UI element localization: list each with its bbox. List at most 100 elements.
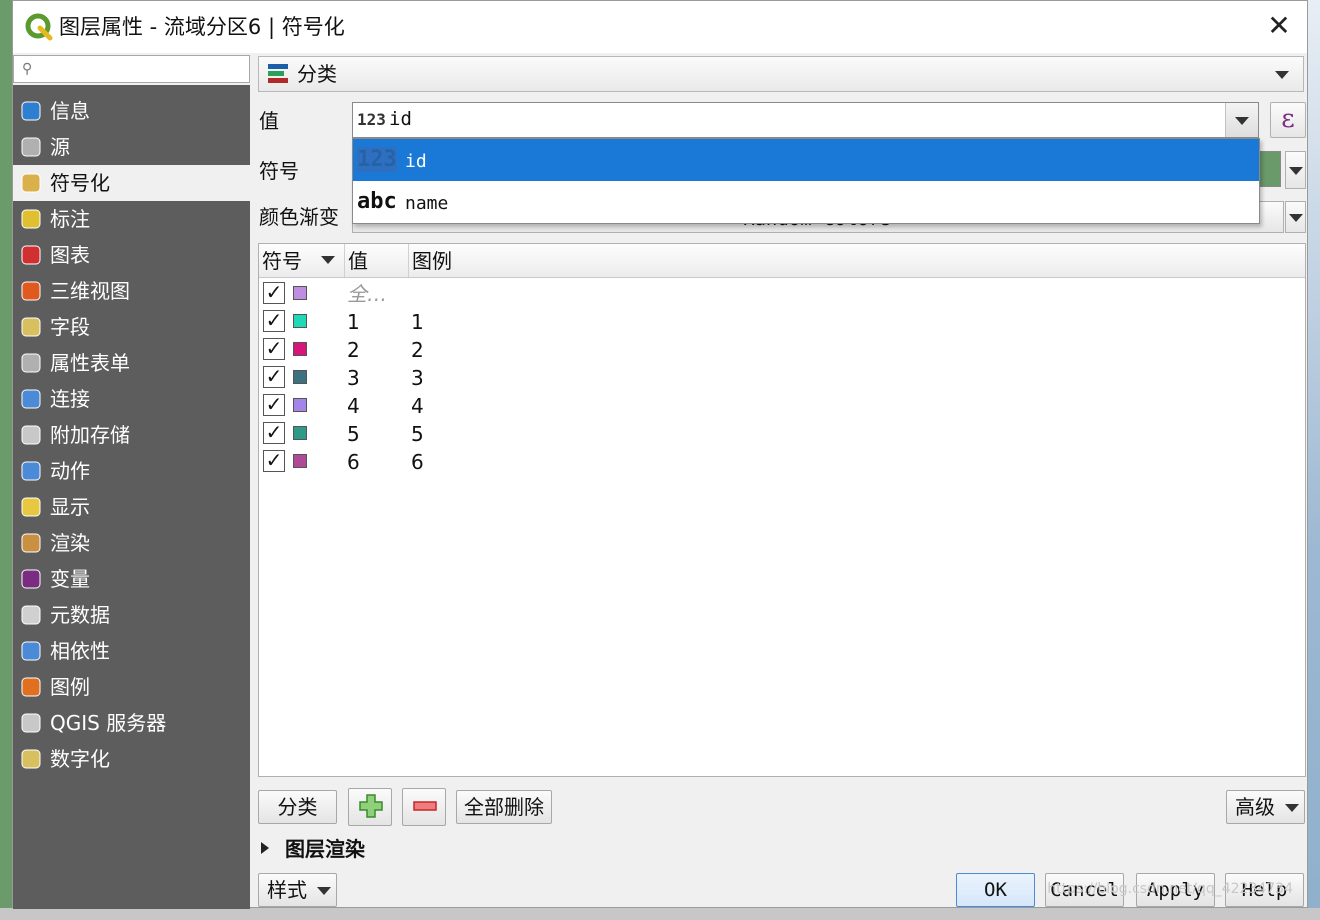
sidebar-nav: 信息源符号化 标注 图表 三维视图字段属性表单连接附加存储动作 显示 渲染变量元数据相依性… [13, 85, 250, 909]
legend-cell[interactable]: 2 [411, 337, 424, 363]
sidebar-item-4[interactable]: 图表 [13, 237, 250, 273]
legend-cell[interactable]: 6 [411, 449, 424, 475]
sidebar-item-13[interactable]: 变量 [13, 561, 250, 597]
sidebar-item-2[interactable]: 符号化 [13, 165, 250, 201]
advanced-button[interactable]: 高级 [1226, 790, 1305, 824]
sidebar-item-14[interactable]: 元数据 [13, 597, 250, 633]
symbol-swatch[interactable] [293, 454, 307, 468]
background-desktop-right [1308, 0, 1320, 920]
value-cell[interactable]: 1 [347, 309, 360, 335]
remove-category-button[interactable] [402, 788, 446, 826]
value-cell[interactable]: 6 [347, 449, 360, 475]
sidebar-item-label: 附加存储 [50, 423, 130, 447]
3d-view-icon [21, 281, 41, 301]
sidebar-item-11[interactable]: 显示 [13, 489, 250, 525]
expression-button[interactable]: ε [1270, 102, 1306, 138]
sidebar-item-15[interactable]: 相依性 [13, 633, 250, 669]
sidebar-item-10[interactable]: 动作 [13, 453, 250, 489]
classify-button[interactable]: 分类 [258, 790, 337, 824]
delete-all-button[interactable]: 全部删除 [456, 790, 552, 824]
sidebar-item-12[interactable]: 渲染 [13, 525, 250, 561]
variables-icon [21, 569, 41, 589]
joins-icon [21, 389, 41, 409]
symbol-swatch[interactable] [293, 426, 307, 440]
table-row[interactable]: ✓ 4 4 [259, 392, 1305, 420]
symbol-swatch[interactable] [293, 370, 307, 384]
value-cell[interactable]: 5 [347, 421, 360, 447]
sidebar-item-3[interactable]: 标注 [13, 201, 250, 237]
table-row[interactable]: ✓ 5 5 [259, 420, 1305, 448]
row-checkbox[interactable]: ✓ [263, 450, 285, 472]
column-header-label: 符号 [262, 249, 302, 273]
style-button-label: 样式 [267, 878, 307, 902]
sidebar-item-label: 属性表单 [50, 351, 130, 375]
sidebar-item-label: 字段 [50, 315, 90, 339]
search-icon: ⚲ [22, 61, 33, 77]
sidebar-item-18[interactable]: 数字化 [13, 741, 250, 777]
row-checkbox[interactable]: ✓ [263, 310, 285, 332]
column-header-legend[interactable]: 图例 [409, 244, 1305, 277]
value-cell[interactable]: 2 [347, 337, 360, 363]
sidebar-item-label: 相依性 [50, 639, 110, 663]
source-icon [21, 137, 41, 157]
sidebar-item-label: 变量 [50, 567, 90, 591]
qgis-server-icon [21, 713, 41, 733]
sidebar-item-8[interactable]: 连接 [13, 381, 250, 417]
table-row[interactable]: ✓ 6 6 [259, 448, 1305, 476]
value-cell[interactable]: 4 [347, 393, 360, 419]
color-ramp-menu-button[interactable] [1285, 201, 1306, 233]
table-row[interactable]: ✓ 1 1 [259, 308, 1305, 336]
sidebar-item-label: 图例 [50, 675, 90, 699]
sidebar-item-6[interactable]: 字段 [13, 309, 250, 345]
symbol-swatch[interactable] [293, 286, 307, 300]
dropdown-option-name[interactable]: abc name [353, 181, 1259, 223]
symbol-swatch[interactable] [293, 342, 307, 356]
symbol-menu-button[interactable] [1285, 151, 1306, 189]
column-header-symbol[interactable]: 符号 [259, 244, 345, 277]
sidebar-item-9[interactable]: 附加存储 [13, 417, 250, 453]
sidebar-item-16[interactable]: 图例 [13, 669, 250, 705]
sidebar-item-7[interactable]: 属性表单 [13, 345, 250, 381]
legend-cell[interactable]: 5 [411, 421, 424, 447]
sidebar-item-1[interactable]: 源 [13, 129, 250, 165]
table-row[interactable]: ✓ 全… [259, 280, 1305, 308]
add-category-button[interactable] [348, 788, 392, 826]
legend-cell[interactable]: 1 [411, 309, 424, 335]
close-button[interactable]: ✕ [1265, 12, 1293, 41]
symbol-preview-button[interactable] [1259, 151, 1281, 187]
labels-icon [21, 209, 41, 229]
sidebar-item-17[interactable]: QGIS 服务器 [13, 705, 250, 741]
ok-button[interactable]: OK [956, 873, 1035, 907]
rendering-icon [21, 533, 41, 553]
row-checkbox[interactable]: ✓ [263, 338, 285, 360]
value-cell[interactable]: 全… [347, 281, 387, 307]
table-row[interactable]: ✓ 3 3 [259, 364, 1305, 392]
value-cell[interactable]: 3 [347, 365, 360, 391]
background-map-left [0, 0, 12, 920]
layer-properties-dialog: 图层属性 - 流域分区6 | 符号化 ✕ ⚲ 信息源符号化 标注 图表 三维视图 字段属… [12, 0, 1308, 909]
layer-rendering-section[interactable]: 图层渲染 [285, 835, 365, 863]
actions-icon [21, 461, 41, 481]
column-header-value[interactable]: 值 [345, 244, 409, 277]
expand-triangle-icon[interactable] [261, 842, 269, 854]
row-checkbox[interactable]: ✓ [263, 422, 285, 444]
value-field-combo[interactable]: 123 id [352, 102, 1259, 138]
row-checkbox[interactable]: ✓ [263, 394, 285, 416]
dropdown-option-id[interactable]: 123 id [353, 139, 1259, 181]
symbol-swatch[interactable] [293, 314, 307, 328]
style-button[interactable]: 样式 [258, 873, 337, 907]
table-row[interactable]: ✓ 2 2 [259, 336, 1305, 364]
digitizing-icon [21, 749, 41, 769]
sidebar-item-5[interactable]: 三维视图 [13, 273, 250, 309]
value-combo-dropdown-button[interactable] [1225, 103, 1258, 137]
background-bottom [0, 908, 1320, 920]
symbol-swatch[interactable] [293, 398, 307, 412]
renderer-type-select[interactable]: 分类 [258, 56, 1304, 92]
sidebar-item-0[interactable]: 信息 [13, 93, 250, 129]
legend-cell[interactable]: 4 [411, 393, 424, 419]
row-checkbox[interactable]: ✓ [263, 366, 285, 388]
legend-icon [21, 677, 41, 697]
legend-cell[interactable]: 3 [411, 365, 424, 391]
row-checkbox[interactable]: ✓ [263, 282, 285, 304]
search-input[interactable]: ⚲ [13, 55, 250, 83]
